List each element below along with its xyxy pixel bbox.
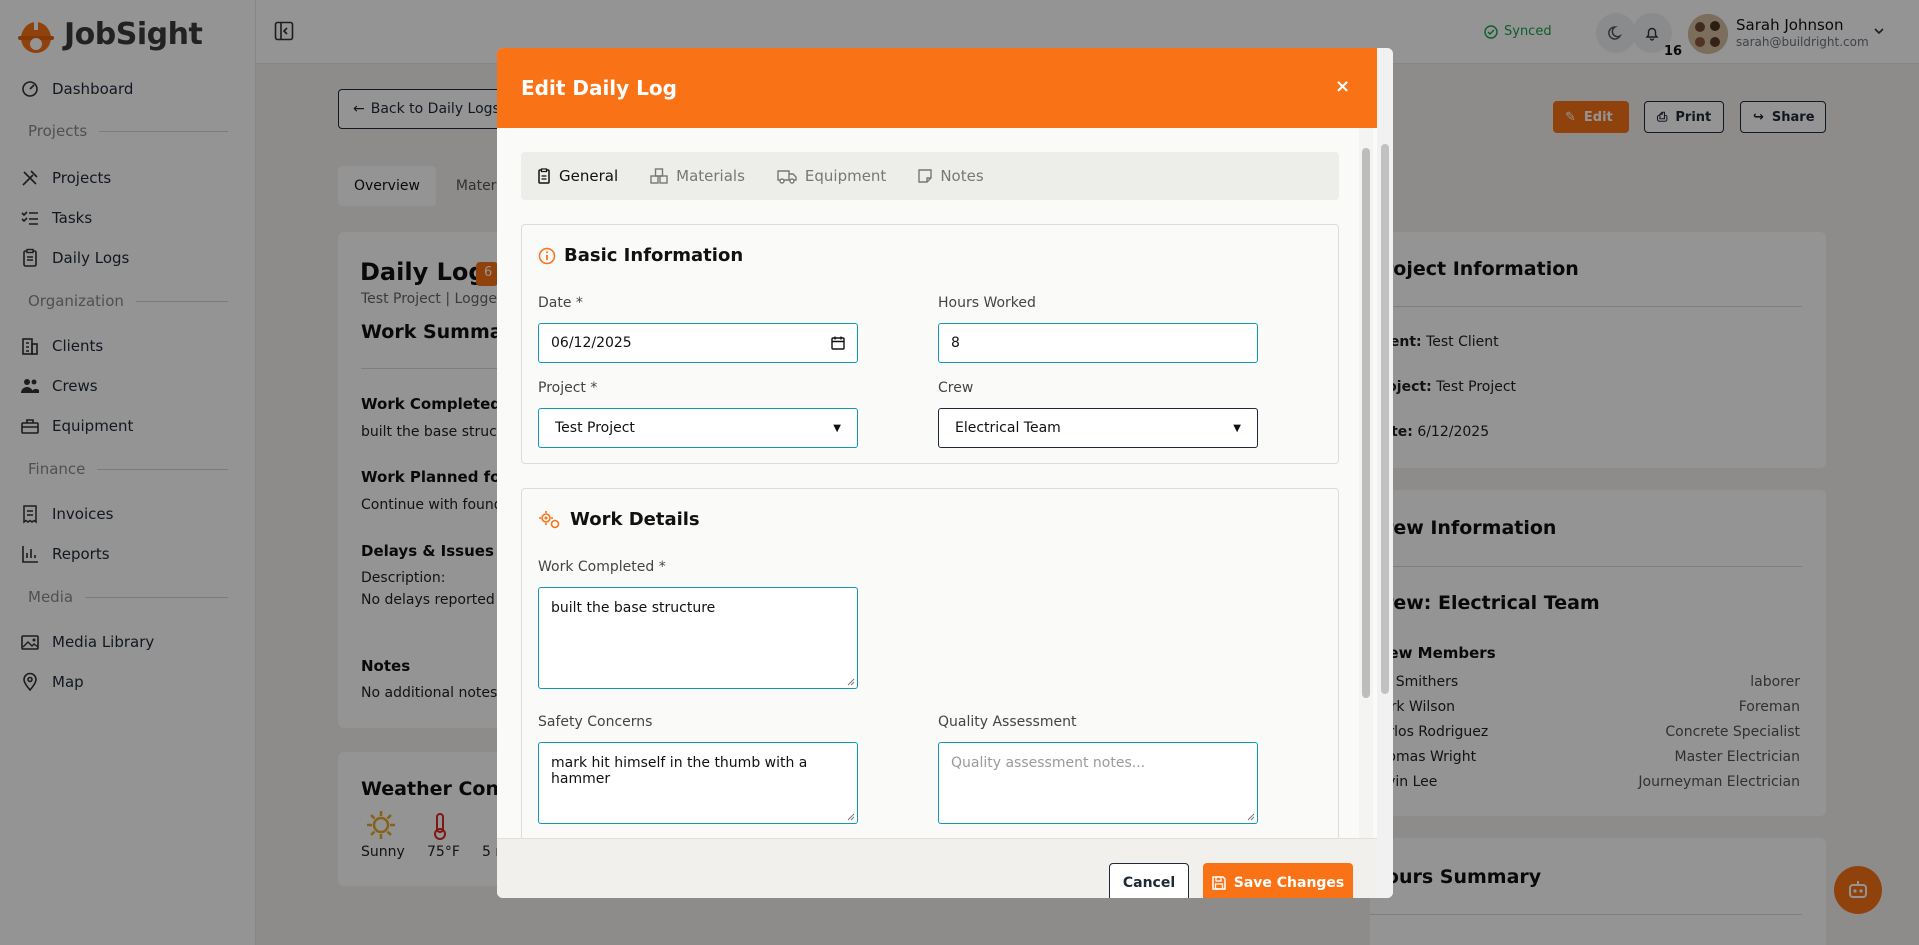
date-label: Date * xyxy=(538,295,583,311)
safety-concerns-textarea[interactable]: mark hit himself in the thumb with a ham… xyxy=(538,742,858,824)
resize-handle-icon[interactable] xyxy=(847,678,855,686)
tab-label: Notes xyxy=(940,167,984,185)
work-completed-label: Work Completed * xyxy=(538,559,666,575)
crew-label: Crew xyxy=(938,380,974,396)
modal-scrollbar[interactable] xyxy=(1377,48,1393,898)
work-details-section: Work Details Work Completed * built the … xyxy=(521,488,1339,898)
cancel-button[interactable]: Cancel xyxy=(1109,863,1189,898)
modal-body-scrollbar[interactable] xyxy=(1359,128,1373,886)
tab-equipment[interactable]: Equipment xyxy=(777,167,886,185)
crew-select-value: Electrical Team xyxy=(955,420,1061,436)
resize-handle-icon[interactable] xyxy=(1247,813,1255,821)
work-completed-value: built the base structure xyxy=(551,600,716,616)
tab-label: Materials xyxy=(676,167,745,185)
work-completed-textarea[interactable]: built the base structure xyxy=(538,587,858,689)
hours-worked-value: 8 xyxy=(951,335,960,351)
tab-materials[interactable]: Materials xyxy=(650,167,745,185)
date-value: 06/12/2025 xyxy=(551,335,632,351)
scrollbar-thumb[interactable] xyxy=(1362,148,1370,698)
date-input[interactable]: 06/12/2025 xyxy=(538,323,858,363)
basic-information-section: Basic Information Date * 06/12/2025 Hour… xyxy=(521,224,1339,464)
quality-assessment-label: Quality Assessment xyxy=(938,714,1077,730)
quality-assessment-placeholder: Quality assessment notes... xyxy=(951,755,1146,771)
project-select-value: Test Project xyxy=(555,420,635,436)
quality-assessment-textarea[interactable]: Quality assessment notes... xyxy=(938,742,1258,824)
clipboard-icon xyxy=(538,168,550,184)
truck-icon xyxy=(777,170,797,184)
section-heading: Basic Information xyxy=(538,245,743,266)
save-icon xyxy=(1211,876,1226,890)
boxes-icon xyxy=(650,168,668,184)
tab-general[interactable]: General xyxy=(537,167,618,185)
info-icon xyxy=(538,247,556,264)
resize-handle-icon[interactable] xyxy=(847,813,855,821)
modal-footer: Cancel Save Changes xyxy=(497,838,1377,898)
caret-down-icon: ▼ xyxy=(833,422,841,434)
project-select[interactable]: Test Project ▼ xyxy=(538,408,858,448)
gears-icon xyxy=(539,510,560,528)
hours-worked-input[interactable]: 8 xyxy=(938,323,1258,363)
section-title: Basic Information xyxy=(564,245,744,266)
modal-title: Edit Daily Log xyxy=(521,76,677,100)
modal-header: Edit Daily Log × xyxy=(497,48,1377,128)
safety-concerns-value: mark hit himself in the thumb with a ham… xyxy=(551,755,808,787)
caret-down-icon: ▼ xyxy=(1233,422,1241,434)
tab-label: Equipment xyxy=(804,167,887,185)
safety-concerns-label: Safety Concerns xyxy=(538,714,653,730)
calendar-icon[interactable] xyxy=(831,336,845,350)
modal-tabs: General Materials Equipment Notes xyxy=(521,152,1339,200)
tab-label: General xyxy=(559,167,619,185)
save-changes-button[interactable]: Save Changes xyxy=(1203,863,1353,898)
project-label: Project * xyxy=(538,380,598,396)
close-icon[interactable]: × xyxy=(1335,76,1350,97)
edit-daily-log-modal: Edit Daily Log × General Materials Equip… xyxy=(497,48,1393,898)
section-heading: Work Details xyxy=(538,509,700,530)
scrollbar-thumb[interactable] xyxy=(1381,144,1389,694)
hours-worked-label: Hours Worked xyxy=(938,295,1036,311)
sticky-note-icon xyxy=(918,169,933,183)
section-title: Work Details xyxy=(570,509,700,530)
tab-notes[interactable]: Notes xyxy=(918,167,984,185)
save-button-label: Save Changes xyxy=(1233,875,1345,891)
crew-select[interactable]: Electrical Team ▼ xyxy=(938,408,1258,448)
